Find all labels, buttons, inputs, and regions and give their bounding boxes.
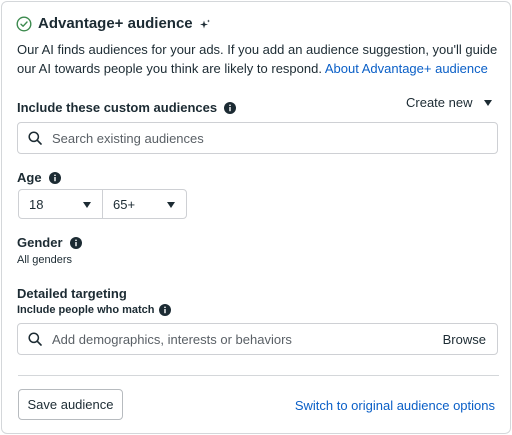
info-icon[interactable] (224, 101, 237, 114)
description: Our AI finds audiences for your ads. If … (17, 40, 502, 78)
search-audiences-input[interactable]: Search existing audiences (17, 122, 498, 154)
age-min-select[interactable]: 18 (19, 190, 103, 218)
check-circle-icon (16, 15, 32, 32)
age-label-text: Age (17, 170, 42, 185)
card-title: Advantage+ audience (38, 15, 193, 32)
search-audiences-placeholder: Search existing audiences (52, 130, 204, 146)
chevron-down-icon (167, 202, 175, 208)
search-icon (28, 131, 42, 145)
info-icon[interactable] (69, 236, 82, 249)
save-audience-button[interactable]: Save audience (18, 389, 123, 420)
create-new-label: Create new (406, 95, 473, 110)
detailed-targeting-label-text: Detailed targeting (17, 286, 127, 301)
divider (18, 375, 499, 376)
detailed-targeting-label: Detailed targeting (17, 286, 127, 301)
age-label: Age (17, 170, 61, 185)
search-icon (28, 332, 42, 346)
age-range-selector: 18 65+ (18, 189, 187, 219)
age-min-value: 18 (29, 196, 44, 212)
sparkle-icon (199, 18, 211, 30)
chevron-down-icon (83, 202, 91, 208)
card-header: Advantage+ audience (16, 15, 211, 32)
detailed-targeting-sublabel: Include people who match (17, 304, 171, 316)
about-advantage-link[interactable]: About Advantage+ audience (325, 61, 488, 76)
custom-audiences-label-text: Include these custom audiences (17, 100, 218, 115)
info-icon[interactable] (48, 171, 61, 184)
switch-to-original-link[interactable]: Switch to original audience options (295, 398, 495, 413)
info-icon[interactable] (158, 304, 171, 316)
gender-label: Gender (17, 235, 82, 250)
audience-card: Advantage+ audience Our AI finds audienc… (1, 1, 511, 434)
browse-button[interactable]: Browse (443, 332, 486, 347)
detailed-targeting-placeholder: Add demographics, interests or behaviors (52, 331, 292, 347)
chevron-down-icon (484, 99, 493, 106)
age-max-select[interactable]: 65+ (103, 190, 186, 218)
gender-label-text: Gender (17, 235, 63, 250)
custom-audiences-label: Include these custom audiences (17, 100, 237, 115)
create-new-dropdown[interactable]: Create new (406, 95, 493, 110)
age-max-value: 65+ (113, 196, 136, 212)
detailed-targeting-sublabel-text: Include people who match (17, 304, 155, 316)
detailed-targeting-input[interactable]: Add demographics, interests or behaviors… (17, 323, 498, 355)
gender-value: All genders (17, 254, 73, 266)
